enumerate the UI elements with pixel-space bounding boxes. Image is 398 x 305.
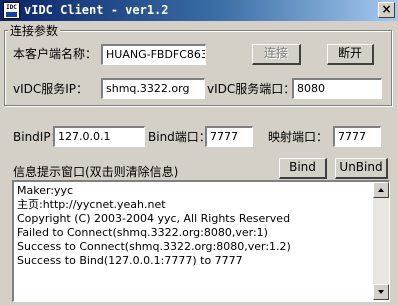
close-button[interactable]: × [378, 2, 395, 18]
map-port-label: 映射端口： [268, 130, 329, 144]
unbind-button[interactable]: UnBind [335, 158, 388, 179]
connect-button[interactable]: 连接 [252, 44, 301, 65]
disconnect-button[interactable]: 断开 [327, 44, 374, 65]
app-icon-text: IDC [6, 4, 17, 11]
log-line: Failed to Connect(shmq.3322.org:8080,ver… [17, 226, 268, 239]
log-textarea[interactable]: Maker:yyc 主页:http://yycnet.yeah.net Copy… [12, 180, 390, 302]
scroll-up-button[interactable] [373, 182, 389, 198]
log-lines: Maker:yyc 主页:http://yycnet.yeah.net Copy… [17, 184, 372, 268]
app-icon-screen [6, 12, 17, 17]
app-icon: IDC [3, 2, 20, 19]
log-line: Success to Bind(127.0.0.1:7777) to 7777 [17, 254, 243, 267]
bind-port-field[interactable]: 7777 [205, 126, 253, 147]
log-scrollbar[interactable] [373, 182, 389, 300]
connection-group-title: 连接参数 [8, 22, 61, 39]
scroll-down-button[interactable] [373, 284, 389, 300]
bind-port-label: Bind端口： [148, 130, 211, 144]
server-ip-field[interactable]: shmq.3322.org [101, 78, 205, 99]
log-title: 信息提示窗口(双击则清除信息) [13, 165, 179, 179]
chevron-down-icon [378, 290, 384, 294]
title-bar[interactable]: IDC vIDC Client - ver1.2 × [0, 0, 398, 21]
server-port-label: vIDC服务端口： [207, 82, 296, 96]
server-ip-label: vIDC服务IP： [13, 82, 89, 96]
server-port-field[interactable]: 8080 [292, 78, 382, 99]
window-title: vIDC Client - ver1.2 [24, 3, 169, 17]
log-line: Maker:yyc [17, 184, 74, 197]
bind-ip-field[interactable]: 127.0.0.1 [53, 126, 145, 147]
client-name-label: 本客户端名称： [13, 47, 98, 61]
map-port-field[interactable]: 7777 [333, 126, 381, 147]
client-name-field[interactable]: HUANG-FBDFC8632 [101, 44, 206, 65]
chevron-up-icon [378, 188, 384, 192]
main-window: IDC vIDC Client - ver1.2 × 连接参数 本客户端名称： … [0, 0, 398, 305]
log-line: Copyright (C) 2003-2004 yyc, All Rights … [17, 212, 291, 225]
bind-button[interactable]: Bind [279, 158, 327, 179]
log-line: 主页:http://yycnet.yeah.net [17, 198, 166, 211]
log-line: Success to Connect(shmq.3322.org:8080,ve… [17, 240, 291, 253]
